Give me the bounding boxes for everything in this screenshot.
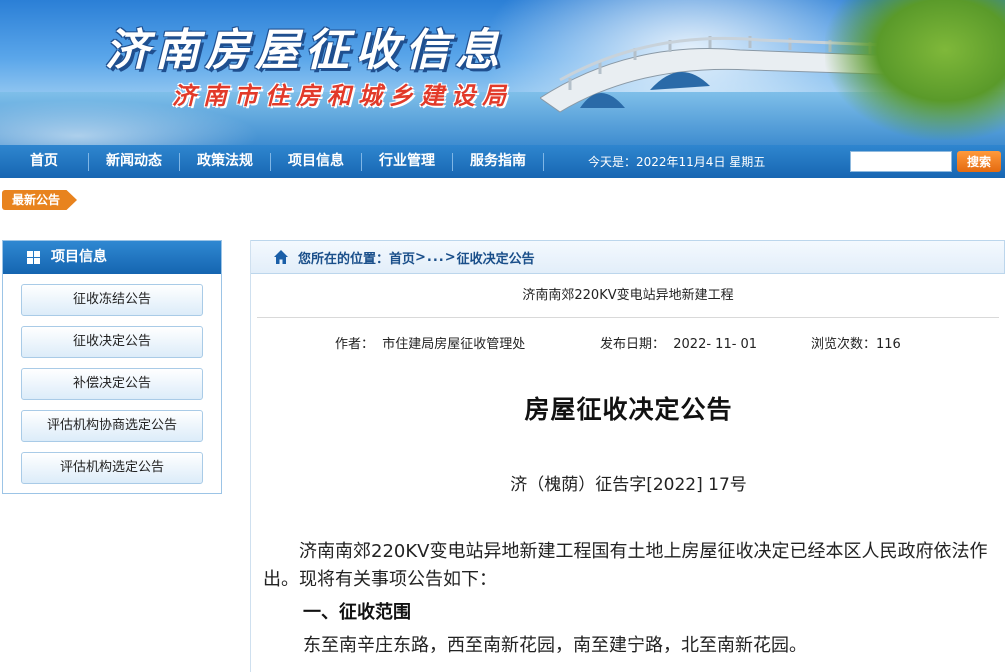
banner-foliage-right xyxy=(825,0,1005,140)
sidebar: 项目信息 征收冻结公告 征收决定公告 补偿决定公告 评估机构协商选定公告 评估机… xyxy=(2,240,222,494)
nav-item-home[interactable]: 首页 xyxy=(0,145,88,178)
site-banner: 济南房屋征收信息 济南市住房和城乡建设局 xyxy=(0,0,1005,145)
sidebar-item-appraiser-negotiation[interactable]: 评估机构协商选定公告 xyxy=(21,410,203,442)
article-meta: 作者： 市住建局房屋征收管理处 发布日期： 2022- 11- 01 浏览次数：… xyxy=(251,318,1005,362)
nav-item-projects[interactable]: 项目信息 xyxy=(271,145,361,178)
current-date: 今天是：2022年11月4日 星期五 xyxy=(588,155,766,169)
breadcrumb-current[interactable]: 征收决定公告 xyxy=(457,248,535,267)
section-text: 东至南辛庄东路，西至南新花园，南至建宁路，北至南新花园。 xyxy=(303,635,807,656)
search-input[interactable] xyxy=(850,151,952,172)
article-title: 房屋征收决定公告 xyxy=(524,395,733,424)
sidebar-title: 项目信息 xyxy=(51,249,107,265)
nav-item-policy[interactable]: 政策法规 xyxy=(180,145,270,178)
sidebar-item-compensation-notice[interactable]: 补偿决定公告 xyxy=(21,368,203,400)
sidebar-item-decision-notice[interactable]: 征收决定公告 xyxy=(21,326,203,358)
article-views: 浏览次数：116 xyxy=(811,337,901,352)
grid-icon xyxy=(27,251,40,264)
nav-divider xyxy=(543,152,544,171)
site-subtitle: 济南市住房和城乡建设局 xyxy=(172,81,513,110)
article-paragraph: 济南南郊220KV变电站异地新建工程国有土地上房屋征收决定已经本区人民政府依法作… xyxy=(263,541,988,590)
breadcrumb-separator: >...> xyxy=(415,249,457,265)
nav-item-industry[interactable]: 行业管理 xyxy=(362,145,452,178)
search-button[interactable]: 搜索 xyxy=(957,151,1001,172)
article-author: 作者： 市住建局房屋征收管理处 xyxy=(335,337,526,352)
home-icon xyxy=(274,250,288,264)
section-heading: 一、征收范围 xyxy=(303,602,411,623)
nav-item-services[interactable]: 服务指南 xyxy=(453,145,543,178)
sidebar-header: 项目信息 xyxy=(3,241,221,274)
nav-item-news[interactable]: 新闻动态 xyxy=(89,145,179,178)
breadcrumb-home-link[interactable]: 首页 xyxy=(389,248,415,267)
document-number: 济（槐荫）征告字[2022] 17号 xyxy=(510,475,747,495)
latest-notice-tag[interactable]: 最新公告 xyxy=(2,190,77,210)
project-name: 济南南郊220KV变电站异地新建工程 xyxy=(257,274,999,318)
article-date: 发布日期： 2022- 11- 01 xyxy=(600,337,758,352)
article-panel: 您所在的位置： 首页 >...> 征收决定公告 济南南郊220KV变电站异地新建… xyxy=(250,240,1005,672)
breadcrumb: 您所在的位置： 首页 >...> 征收决定公告 xyxy=(251,240,1005,274)
sidebar-item-appraiser-selection[interactable]: 评估机构选定公告 xyxy=(21,452,203,484)
main-nav: 首页 新闻动态 政策法规 项目信息 行业管理 服务指南 今天是：2022年11月… xyxy=(0,145,1005,178)
sidebar-list: 征收冻结公告 征收决定公告 补偿决定公告 评估机构协商选定公告 评估机构选定公告 xyxy=(3,274,221,484)
breadcrumb-label: 您所在的位置： xyxy=(298,251,390,267)
sidebar-item-freeze-notice[interactable]: 征收冻结公告 xyxy=(21,284,203,316)
site-title: 济南房屋征收信息 xyxy=(105,25,505,76)
